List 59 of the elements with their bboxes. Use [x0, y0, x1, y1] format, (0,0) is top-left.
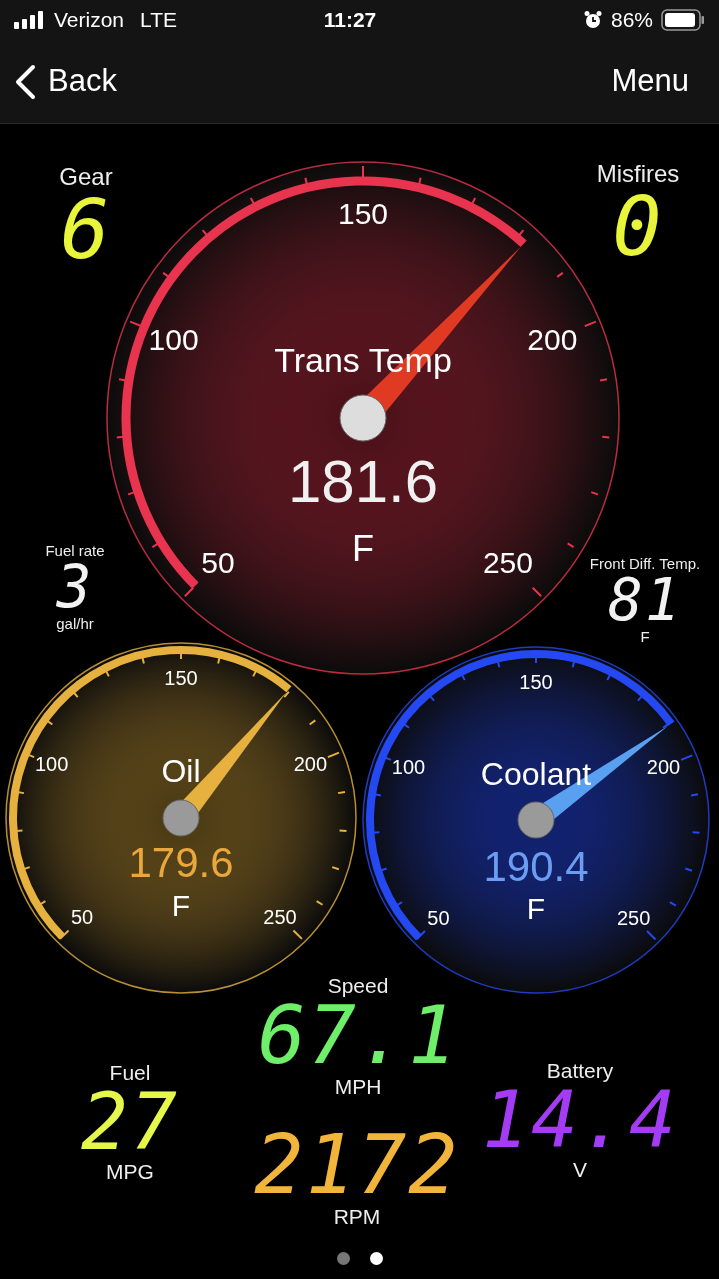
readout-value: 3: [56, 558, 94, 616]
readout-value: 14.4: [482, 1081, 678, 1159]
battery-percent: 86%: [610, 7, 653, 34]
readout-unit: F: [640, 629, 650, 644]
readout-label: Fuel rate: [45, 543, 105, 558]
page-dot[interactable]: [336, 1252, 350, 1265]
readout-label: Speed: [327, 975, 389, 996]
page-dot[interactable]: [369, 1252, 383, 1265]
scale-label: 50: [70, 906, 94, 928]
readout-unit: RPM: [333, 1206, 381, 1227]
scale-label: 50: [201, 546, 235, 580]
network-type: LTE: [140, 7, 177, 34]
scale-label: 100: [391, 756, 426, 779]
scale-label: 200: [527, 323, 578, 357]
readout-unit: MPG: [106, 1161, 154, 1182]
readout-value: 0: [612, 186, 664, 268]
scale-label: 150: [164, 667, 198, 689]
readout-unit: MPH: [334, 1076, 382, 1097]
scale-label: 150: [519, 671, 553, 693]
gauge-unit: F: [352, 527, 374, 569]
readout-unit: V: [573, 1159, 587, 1180]
needle-hub: [162, 799, 200, 837]
gauge-title: Coolant: [480, 756, 592, 793]
gauge-unit: F: [171, 888, 191, 922]
gauge-value: 190.4: [483, 843, 589, 891]
gauge-value: 181.6: [287, 447, 439, 515]
readout-value: 81: [608, 571, 682, 629]
readout-label: Front Diff. Temp.: [589, 556, 701, 571]
back-icon[interactable]: [14, 63, 36, 100]
gauge-unit: F: [526, 891, 546, 925]
alarm-icon: [582, 10, 603, 30]
scale-label: 250: [263, 906, 297, 928]
gauge-value: 179.6: [128, 839, 234, 887]
carrier-name: Verizon: [54, 7, 125, 34]
clock-time: 11:27: [323, 7, 377, 34]
readout-label: Misfires: [596, 162, 680, 186]
scale-label: 200: [646, 756, 681, 779]
readout-unit: gal/hr: [56, 616, 94, 631]
gauge-title: Oil: [161, 753, 201, 790]
scale-label: 100: [34, 753, 69, 776]
signal-icon: [14, 11, 46, 29]
back-button[interactable]: Back: [14, 58, 117, 105]
scale-label: 250: [616, 906, 651, 929]
readout-label: Battery: [546, 1060, 614, 1081]
needle-hub: [517, 801, 555, 839]
scale-label: 100: [148, 323, 199, 357]
battery-icon: [661, 9, 705, 31]
scale-label: 50: [427, 906, 450, 929]
needle-hub: [339, 394, 387, 442]
readout-label: Fuel: [109, 1062, 151, 1083]
scale-label: 200: [293, 753, 328, 776]
readout-value: 67.1: [257, 996, 459, 1076]
readout-value: 6: [60, 189, 112, 271]
readout-value: 2172: [254, 1124, 460, 1206]
scale-label: 150: [337, 196, 389, 230]
readout-label: Gear: [59, 165, 113, 189]
scale-label: 250: [482, 546, 533, 580]
readout-value: 27: [81, 1083, 179, 1161]
menu-button[interactable]: Menu: [611, 58, 689, 105]
